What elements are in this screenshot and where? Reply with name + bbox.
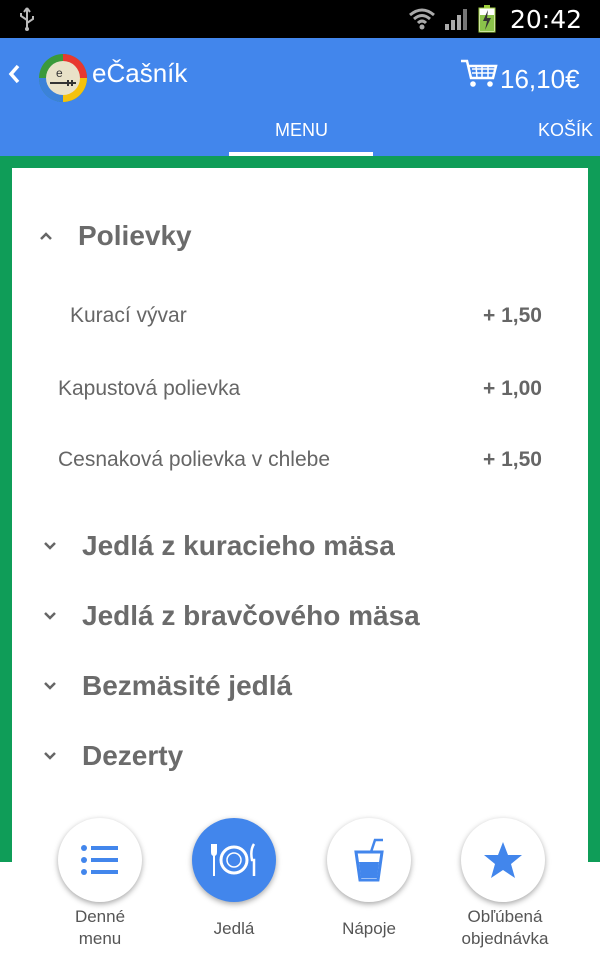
section-header-polievky[interactable]: Polievky xyxy=(38,220,192,252)
nav-label-jedla: Jedlá xyxy=(213,919,255,938)
nav-oblubena-button[interactable] xyxy=(461,818,545,902)
menu-item-price[interactable]: + 1,50 xyxy=(483,448,542,472)
star-icon xyxy=(484,842,522,878)
chevron-up-icon xyxy=(40,232,52,240)
nav-label-denne-menu: Denné menu xyxy=(40,906,160,950)
list-icon xyxy=(81,845,118,875)
plate-cutlery-icon xyxy=(211,843,256,876)
section-header-kuracie[interactable]: Jedlá z kuracieho mäsa xyxy=(42,530,395,562)
chevron-down-icon xyxy=(44,682,56,690)
wifi-icon xyxy=(408,8,435,30)
drink-icon xyxy=(354,838,384,882)
tab-kosik[interactable]: KOŠÍK xyxy=(538,120,593,141)
menu-item-name[interactable]: Kapustová polievka xyxy=(58,377,240,401)
menu-item-name[interactable]: Cesnaková polievka v chlebe xyxy=(58,448,330,472)
back-icon[interactable] xyxy=(4,58,24,90)
menu-card: Polievky Kurací vývar + 1,50 Kapustová p… xyxy=(12,168,588,868)
section-header-bravcove[interactable]: Jedlá z bravčového mäsa xyxy=(42,600,420,632)
section-title: Jedlá z bravčového mäsa xyxy=(82,600,420,631)
cart-total[interactable]: 16,10€ xyxy=(500,64,580,95)
app-bar: e eČašník 16,10€ MENU KOŠÍK xyxy=(0,38,600,156)
menu-item-price[interactable]: + 1,50 xyxy=(483,304,542,328)
status-bar: 20:42 xyxy=(0,0,600,38)
nav-label-line: menu xyxy=(78,929,122,948)
signal-icon xyxy=(444,9,467,30)
nav-label-napoje: Nápoje xyxy=(342,919,396,938)
nav-napoje-button[interactable] xyxy=(327,818,411,902)
nav-denne-menu-button[interactable] xyxy=(58,818,142,902)
chevron-down-icon xyxy=(44,752,56,760)
section-title: Bezmäsité jedlá xyxy=(82,670,293,701)
usb-icon xyxy=(20,7,34,31)
battery-charging-icon xyxy=(478,5,496,33)
chevron-down-icon xyxy=(44,542,56,550)
app-logo: e xyxy=(39,54,87,102)
nav-label-line: Denné xyxy=(74,907,126,926)
shopping-cart-icon[interactable] xyxy=(460,58,498,90)
svg-text:e: e xyxy=(56,66,63,80)
chevron-down-icon xyxy=(44,612,56,620)
clock: 20:42 xyxy=(509,4,582,34)
section-title: Polievky xyxy=(78,220,192,251)
section-title: Dezerty xyxy=(82,740,184,771)
nav-label-line: objednávka xyxy=(461,929,549,948)
tab-menu[interactable]: MENU xyxy=(230,120,373,141)
nav-label-line: Obľúbená xyxy=(467,907,543,926)
nav-jedla-button[interactable] xyxy=(192,818,276,902)
section-title: Jedlá z kuracieho mäsa xyxy=(82,530,395,561)
section-header-bezmasite[interactable]: Bezmäsité jedlá xyxy=(42,670,292,702)
section-header-dezerty[interactable]: Dezerty xyxy=(42,740,183,772)
menu-item-price[interactable]: + 1,00 xyxy=(483,377,542,401)
app-title: eČašník xyxy=(92,58,188,88)
nav-label-oblubena: Obľúbená objednávka xyxy=(443,906,567,950)
menu-item-name[interactable]: Kurací vývar xyxy=(70,304,187,328)
